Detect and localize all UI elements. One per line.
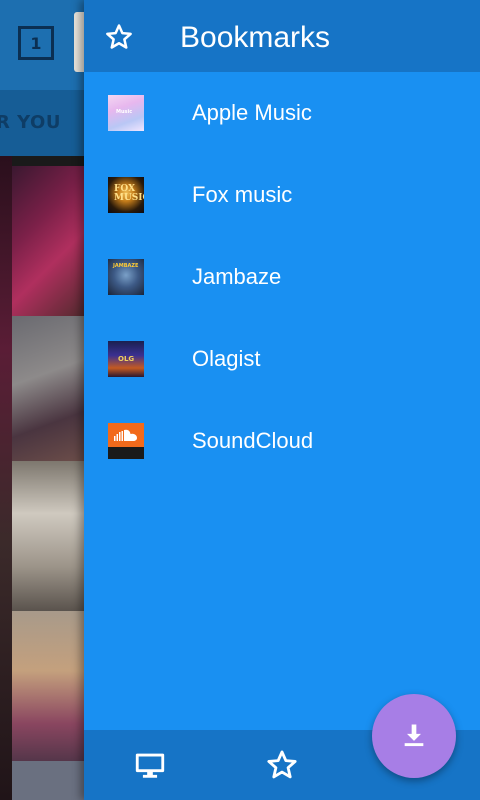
- tab-count-button[interactable]: 1: [18, 26, 54, 60]
- feed-card[interactable]: [12, 761, 92, 800]
- bookmarks-drawer: Bookmarks Music Apple Music FOX MUSIC Fo…: [84, 0, 480, 800]
- thumbnail-text: JAMBAZE: [113, 263, 139, 269]
- thumbnail-caption-bar: [108, 447, 144, 459]
- olagist-thumbnail: OLG: [108, 341, 144, 377]
- feed-card[interactable]: [12, 611, 92, 761]
- fox-music-thumbnail: FOX MUSIC: [108, 177, 144, 213]
- star-outline-icon: [106, 24, 132, 49]
- tab-for-you[interactable]: R YOU: [0, 112, 61, 133]
- download-icon: [404, 724, 424, 747]
- bookmark-item-olagist[interactable]: OLG Olagist: [84, 318, 480, 400]
- bookmark-label: Olagist: [192, 346, 261, 371]
- bookmark-item-jambaze[interactable]: JAMBAZE Jambaze: [84, 236, 480, 318]
- bookmark-item-apple-music[interactable]: Music Apple Music: [84, 72, 480, 154]
- soundcloud-cloud-icon: [114, 429, 137, 441]
- bookmark-item-fox-music[interactable]: FOX MUSIC Fox music: [84, 154, 480, 236]
- bookmark-item-soundcloud[interactable]: SoundCloud: [84, 400, 480, 482]
- feed-card[interactable]: [12, 166, 92, 316]
- bookmark-label: SoundCloud: [192, 428, 314, 453]
- jambaze-thumbnail: JAMBAZE: [108, 259, 144, 295]
- bookmark-label: Fox music: [192, 182, 293, 207]
- thumbnail-text: OLG: [118, 355, 135, 363]
- drawer-header: Bookmarks: [84, 0, 480, 72]
- download-button[interactable]: [372, 694, 456, 778]
- soundcloud-thumbnail: [108, 423, 144, 459]
- apple-music-thumbnail: Music: [108, 95, 144, 131]
- bookmark-label: Apple Music: [192, 100, 312, 125]
- drawer-title: Bookmarks: [180, 21, 331, 54]
- thumbnail-text: Music: [116, 109, 133, 115]
- star-outline-icon[interactable]: [264, 748, 300, 782]
- feed-edge: [0, 156, 12, 800]
- thumbnail-text: FOX MUSIC: [114, 184, 144, 203]
- feed-card[interactable]: [12, 461, 92, 611]
- desktop-icon[interactable]: [132, 748, 168, 782]
- feed-card[interactable]: [12, 316, 92, 461]
- bookmark-label: Jambaze: [192, 264, 282, 289]
